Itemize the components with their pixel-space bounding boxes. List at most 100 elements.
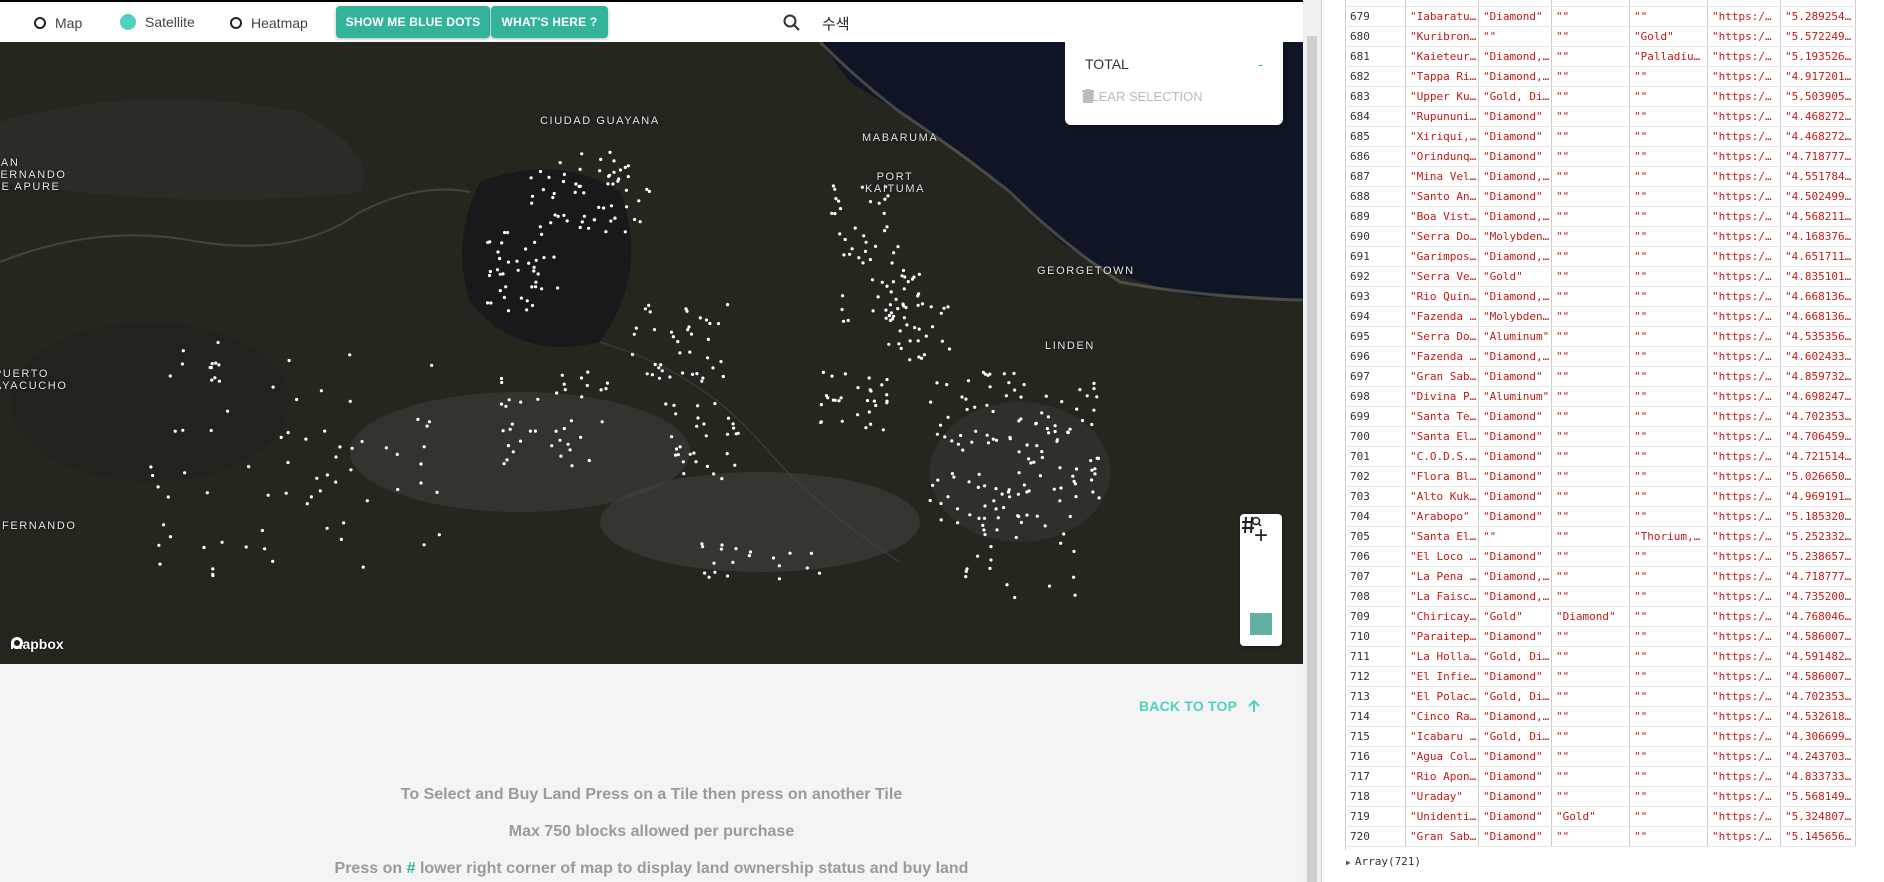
table-row: 698 "Divina P… "Aluminum" "" "" "https:/… "4.6… xyxy=(1345,386,1856,407)
radio-map-label: Map xyxy=(55,15,83,31)
table-row: 711 "La Holla… "Gold, Di… "" "" "https:/… "4.5… xyxy=(1345,646,1856,667)
table-cell: "Fazenda … xyxy=(1405,346,1479,367)
land-marker xyxy=(536,272,540,276)
land-marker xyxy=(950,439,954,443)
show-blue-dots-button[interactable]: SHOW ME BLUE DOTS xyxy=(336,6,490,38)
land-marker xyxy=(1019,520,1024,525)
clear-selection-button[interactable]: CLEAR SELECTION xyxy=(1082,89,1203,104)
table-cell: "4.243703… xyxy=(1780,746,1856,767)
land-marker xyxy=(1090,422,1094,427)
land-marker xyxy=(942,306,946,310)
table-cell: "https:/… xyxy=(1707,506,1781,527)
table-cell: "Diamond" xyxy=(1478,666,1552,687)
table-cell: "https:/… xyxy=(1707,806,1781,827)
table-row: 685 "Xiriqui,… "Diamond" "" "" "https:/… "4.46… xyxy=(1345,126,1856,147)
land-marker xyxy=(965,407,969,412)
table-cell: "Diamond" xyxy=(1478,546,1552,567)
land-marker xyxy=(840,419,844,423)
row-index: 682 xyxy=(1345,66,1406,87)
land-marker xyxy=(837,199,841,203)
land-marker xyxy=(891,280,896,284)
table-row: 712 "El Infie… "Diamond" "" "" "https:/… "4.58… xyxy=(1345,666,1856,687)
land-marker xyxy=(720,543,724,547)
land-marker xyxy=(838,207,843,211)
page-scrollbar[interactable] xyxy=(1303,0,1321,882)
land-marker xyxy=(500,241,504,245)
land-marker xyxy=(384,446,388,450)
land-marker xyxy=(1019,417,1023,421)
land-marker xyxy=(833,212,837,216)
table-cell: "" xyxy=(1551,526,1630,547)
map-canvas[interactable] xyxy=(0,42,1303,664)
table-cell: "Diamond,… xyxy=(1478,246,1552,267)
table-cell: "5.568149… xyxy=(1780,786,1856,807)
table-cell: "Diamond,… xyxy=(1478,566,1552,587)
land-marker xyxy=(506,444,510,448)
land-marker xyxy=(181,349,185,353)
land-marker xyxy=(338,445,342,449)
table-row: 688 "Santo An… "Diamond" "" "" "https:/… "4.50… xyxy=(1345,186,1856,207)
land-marker xyxy=(995,528,999,532)
table-cell: "" xyxy=(1629,646,1708,667)
row-index: 690 xyxy=(1345,226,1406,247)
table-cell: "Santa Te… xyxy=(1405,406,1479,427)
land-marker xyxy=(553,213,557,217)
row-index: 719 xyxy=(1345,806,1406,827)
table-cell: "Orindunq… xyxy=(1405,146,1479,167)
land-marker xyxy=(558,161,562,165)
whats-here-button[interactable]: WHAT'S HERE ? xyxy=(491,6,608,38)
table-cell: "" xyxy=(1629,746,1708,767)
table-cell: "https:/… xyxy=(1707,486,1781,507)
land-marker xyxy=(928,498,932,503)
scrollbar-thumb[interactable] xyxy=(1307,36,1317,882)
row-index: 707 xyxy=(1345,566,1406,587)
land-marker xyxy=(1034,421,1038,425)
back-to-top-link[interactable]: BACK TO TOP xyxy=(1139,698,1261,714)
table-row: 687 "Mina Vel… "Diamond,… "" "" "https:/… "4.5… xyxy=(1345,166,1856,187)
land-marker xyxy=(725,452,729,456)
land-marker xyxy=(506,231,510,235)
land-ownership-grid-button[interactable] xyxy=(1240,516,1282,602)
satellite-map[interactable]: CIUDAD GUAYANA MABARUMA PORT KAITUMA GEO… xyxy=(0,42,1303,664)
land-marker xyxy=(901,302,905,306)
row-index: 686 xyxy=(1345,146,1406,167)
minus-icon xyxy=(1250,613,1272,635)
land-marker xyxy=(648,310,652,314)
land-marker xyxy=(771,556,776,560)
land-marker xyxy=(305,502,309,506)
land-marker xyxy=(833,187,837,191)
table-cell: "4.668136… xyxy=(1780,286,1856,307)
land-marker xyxy=(1085,394,1089,398)
table-cell: "Xiriqui,… xyxy=(1405,126,1479,147)
table-cell: "Tappa Ri… xyxy=(1405,66,1479,87)
land-marker xyxy=(861,261,865,265)
table-cell: "" xyxy=(1629,366,1708,387)
radio-satellite[interactable]: Satellite xyxy=(120,13,195,31)
radio-map[interactable]: Map xyxy=(34,14,82,32)
table-cell: "Diamond,… xyxy=(1478,46,1552,67)
array-summary[interactable]: ▶ Array(721) xyxy=(1346,855,1421,868)
land-marker xyxy=(841,319,846,323)
land-marker xyxy=(1040,450,1044,454)
radio-heatmap[interactable]: Heatmap xyxy=(230,14,308,32)
land-marker xyxy=(917,272,922,276)
search-input[interactable] xyxy=(820,13,1224,33)
land-marker xyxy=(988,385,992,389)
zoom-out-button[interactable] xyxy=(1240,602,1282,646)
land-marker xyxy=(696,416,700,420)
land-marker xyxy=(976,554,980,558)
table-cell: "" xyxy=(1551,666,1630,687)
table-cell: "Santa El… xyxy=(1405,426,1479,447)
table-cell: "" xyxy=(1551,546,1630,567)
land-marker xyxy=(981,523,985,527)
land-marker xyxy=(939,311,943,315)
land-marker xyxy=(660,369,664,373)
land-marker xyxy=(318,489,322,493)
table-cell: "" xyxy=(1551,426,1630,447)
land-marker xyxy=(864,240,868,244)
land-marker xyxy=(983,504,987,508)
table-row: 709 "Chiricay… "Gold" "Diamond" "" "https:/… "… xyxy=(1345,606,1856,627)
land-marker xyxy=(885,393,889,397)
table-cell: "Diamond" xyxy=(1478,406,1552,427)
table-cell: "" xyxy=(1551,626,1630,647)
